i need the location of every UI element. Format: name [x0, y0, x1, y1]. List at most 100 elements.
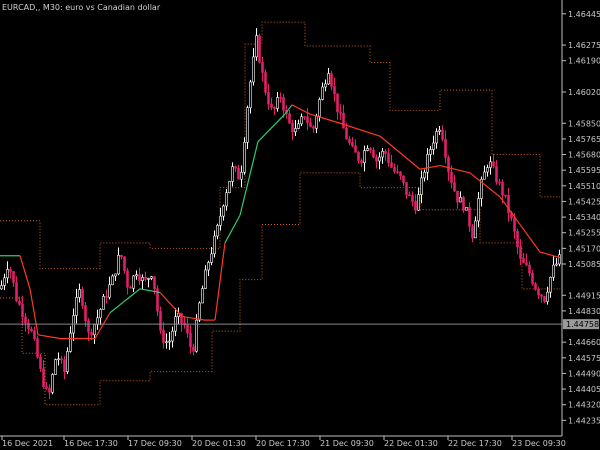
x-tick-label: 16 Dec 17:30 — [64, 439, 118, 448]
candle-body — [537, 289, 540, 296]
candle-body — [498, 181, 501, 184]
candle-body — [369, 148, 372, 151]
candle-body — [0, 285, 3, 290]
candle-body — [501, 181, 504, 196]
candle-body — [228, 181, 231, 193]
candle-body — [54, 359, 57, 375]
price-axis[interactable]: 1.46445 1.46275 1.46190 1.46020 1.45850 1.457… — [562, 10, 600, 426]
candle-body — [120, 254, 123, 257]
candle-body — [546, 291, 549, 302]
candle-body — [207, 262, 210, 271]
y-tick-label: 1.45085 — [568, 260, 600, 269]
current-price-label: 1.44758 — [566, 320, 599, 329]
candle-body — [168, 340, 171, 343]
candle-body — [549, 276, 552, 293]
candle-body — [18, 300, 21, 305]
candle-body — [195, 319, 198, 352]
candle-body — [330, 73, 333, 87]
candle-body — [69, 332, 72, 352]
candle-body — [303, 116, 306, 118]
candle-body — [345, 127, 348, 140]
candle-body — [243, 141, 246, 173]
candle-body — [6, 269, 9, 279]
y-tick-label: 1.44235 — [568, 416, 600, 425]
candle-body — [459, 197, 462, 203]
candle-body — [492, 161, 495, 167]
candle-body — [219, 215, 222, 226]
candle-body — [516, 231, 519, 248]
candle-body — [387, 153, 390, 164]
candle-body — [333, 86, 336, 95]
candle-body — [252, 56, 255, 83]
candle-body — [3, 277, 6, 286]
candle-body — [399, 171, 402, 177]
candle-body — [300, 116, 303, 125]
candle-body — [453, 182, 456, 192]
x-tick-label: 16 Dec 2021 — [2, 439, 53, 448]
candle-body — [525, 262, 528, 266]
candle-body — [273, 107, 276, 109]
candle-body — [96, 317, 99, 325]
candle-body — [543, 296, 546, 302]
candle-body — [42, 368, 45, 387]
candle-body — [519, 246, 522, 259]
y-tick-label: 1.45850 — [568, 119, 600, 128]
candle-body — [474, 220, 477, 239]
candle-body — [309, 122, 312, 127]
price-chart[interactable]: 1.46445 1.46275 1.46190 1.46020 1.45850 1.457… — [0, 0, 600, 450]
candle-body — [408, 194, 411, 196]
candle-body — [117, 254, 120, 275]
candle-body — [153, 276, 156, 289]
candle-body — [324, 83, 327, 88]
candle-body — [249, 81, 252, 109]
candle-body — [48, 387, 51, 393]
candle-body — [360, 160, 363, 163]
candle-body — [57, 358, 60, 361]
candle-body — [198, 302, 201, 321]
candle-body — [135, 274, 138, 277]
candle-body — [165, 341, 168, 344]
candle-body — [258, 35, 261, 63]
y-tick-label: 1.45425 — [568, 197, 600, 206]
candle-body — [189, 332, 192, 348]
candle-body — [171, 330, 174, 342]
candle-body — [297, 123, 300, 129]
candle-body — [201, 288, 204, 304]
candle-body — [276, 97, 279, 109]
y-tick-label: 1.45255 — [568, 229, 600, 238]
candle-body — [483, 171, 486, 180]
candle-body — [426, 154, 429, 173]
candle-body — [348, 138, 351, 143]
time-axis[interactable]: 16 Dec 2021 16 Dec 17:30 17 Dec 09:30 20 De… — [1, 436, 566, 448]
candle-body — [75, 297, 78, 316]
candle-body — [462, 197, 465, 211]
y-tick-label: 1.45510 — [568, 182, 600, 191]
candle-body — [342, 112, 345, 129]
y-tick-label: 1.44320 — [568, 401, 600, 410]
candle-body — [87, 320, 90, 333]
candle-body — [222, 205, 225, 217]
y-tick-label: 1.46190 — [568, 57, 600, 66]
candle-body — [90, 331, 93, 336]
candle-body — [147, 278, 150, 280]
y-tick-label: 1.45765 — [568, 135, 600, 144]
candle-body — [102, 296, 105, 310]
candle-body — [216, 225, 219, 237]
candle-body — [315, 115, 318, 129]
candle-body — [435, 131, 438, 144]
candle-body — [150, 276, 153, 279]
candle-body — [132, 275, 135, 289]
candle-body — [144, 277, 147, 280]
candle-body — [468, 207, 471, 227]
candle-body — [423, 171, 426, 179]
x-tick-label: 17 Dec 09:30 — [128, 439, 182, 448]
candle-body — [534, 283, 537, 290]
candle-body — [432, 142, 435, 150]
candle-body — [486, 167, 489, 173]
candle-body — [363, 150, 366, 163]
y-tick-label: 1.44915 — [568, 291, 600, 300]
y-tick-label: 1.45595 — [568, 166, 600, 175]
candle-body — [450, 171, 453, 183]
x-tick-label: 20 Dec 01:30 — [192, 439, 246, 448]
candle-body — [282, 97, 285, 111]
